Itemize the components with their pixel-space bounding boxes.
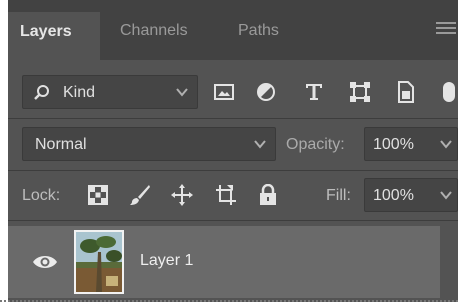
shape-filter-icon[interactable] — [346, 78, 374, 106]
fill-input[interactable]: 100% — [364, 178, 458, 212]
layer-thumbnail — [74, 230, 124, 294]
smart-object-filter-icon[interactable] — [392, 78, 420, 106]
lock-all-icon[interactable] — [254, 180, 282, 210]
image-filter-icon[interactable] — [210, 78, 238, 106]
tab-channels[interactable]: Channels — [108, 16, 200, 60]
chevron-down-icon — [253, 137, 267, 156]
lock-label: Lock: — [22, 187, 61, 204]
divider — [0, 300, 458, 302]
filter-kind-dropdown[interactable]: Kind — [22, 75, 198, 109]
lock-position-icon[interactable] — [168, 180, 196, 210]
filter-toggle-icon[interactable] — [438, 78, 458, 106]
opacity-label: Opacity: — [286, 136, 345, 153]
fill-value: 100% — [373, 187, 414, 204]
blend-mode-dropdown[interactable]: Normal — [22, 127, 276, 161]
divider — [8, 118, 458, 119]
panel-menu-icon[interactable] — [436, 22, 456, 38]
panel-tab-bar: Layers Channels Paths — [8, 0, 458, 60]
layer-name[interactable]: Layer 1 — [140, 252, 193, 270]
layers-panel: Layers Channels Paths Kind Normal Opacit… — [8, 0, 458, 302]
tab-paths[interactable]: Paths — [226, 16, 291, 60]
chevron-down-icon[interactable] — [439, 137, 453, 156]
lock-image-pixels-icon[interactable] — [126, 180, 154, 210]
opacity-value: 100% — [373, 136, 414, 153]
eye-icon[interactable] — [30, 248, 60, 276]
divider — [8, 170, 458, 171]
opacity-input[interactable]: 100% — [364, 127, 458, 161]
layer-row[interactable]: Layer 1 — [8, 226, 440, 298]
lock-artboard-icon[interactable] — [212, 180, 240, 210]
blend-mode-value: Normal — [35, 136, 87, 153]
adjustment-filter-icon[interactable] — [252, 78, 280, 106]
fill-label: Fill: — [326, 187, 351, 204]
search-icon — [33, 84, 51, 107]
chevron-down-icon[interactable] — [439, 188, 453, 207]
filter-kind-label: Kind — [63, 84, 96, 101]
type-filter-icon[interactable] — [300, 78, 328, 106]
lock-transparent-pixels-icon[interactable] — [84, 180, 112, 210]
chevron-down-icon — [175, 85, 189, 104]
tab-layers[interactable]: Layers — [8, 12, 100, 60]
divider — [8, 220, 458, 221]
